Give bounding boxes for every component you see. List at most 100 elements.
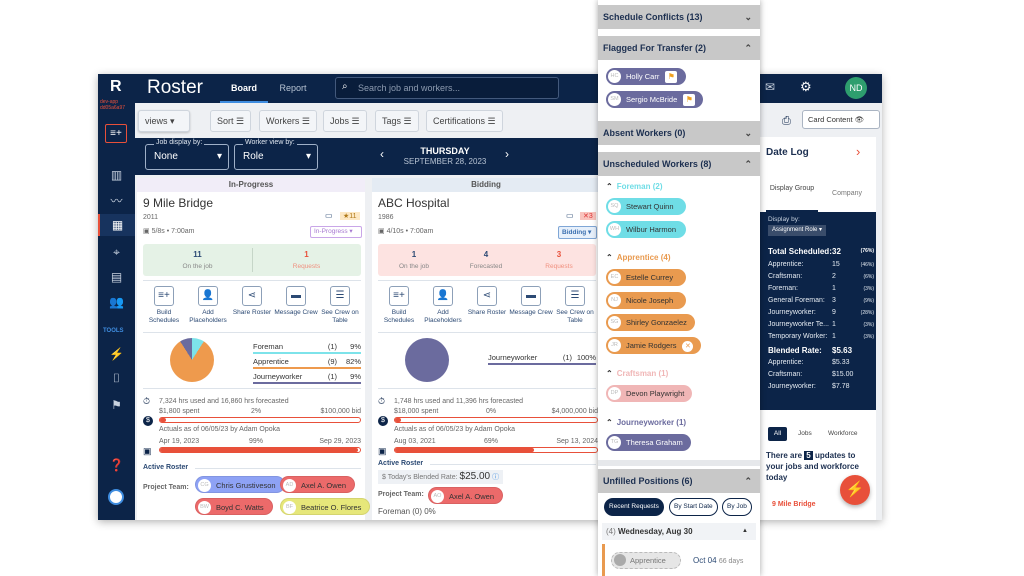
worker-chip[interactable]: HC Holly Carr ⚑ (606, 68, 686, 85)
unfilled-positions-header[interactable]: Unfilled Positions (6) ⌃ (598, 469, 760, 493)
schedule-conflicts-header[interactable]: Schedule Conflicts (13) ⌄ (598, 5, 760, 29)
next-day-button[interactable]: › (505, 147, 509, 161)
avatar: NJ (608, 293, 621, 307)
lightning-icon[interactable]: ⚡ (98, 343, 135, 365)
worker-chip[interactable]: SQ Stewart Quinn (606, 198, 686, 215)
unfilled-position-row[interactable]: Apprentice Oct 04 66 days (602, 544, 756, 576)
remove-icon[interactable]: ✕ (682, 340, 694, 352)
role-count: 1 (832, 333, 836, 340)
people-icon[interactable]: 👥 (98, 291, 135, 313)
role-group-header[interactable]: ⌃ Foreman (2) (606, 182, 663, 191)
role-group-header[interactable]: ⌃ Apprentice (4) (606, 253, 671, 262)
worker-chip[interactable]: DP Devon Playwright (606, 385, 693, 402)
tab-by-start-date[interactable]: By Start Date (669, 498, 718, 516)
message-crew-button[interactable]: ▬ Message Crew (509, 286, 553, 317)
worker-chip[interactable]: EC Estelle Currey (606, 269, 686, 286)
see-crew-table-button[interactable]: ☰ See Crew on Table (318, 286, 362, 325)
add-placeholders-button[interactable]: 👤 Add Placeholders (421, 286, 465, 325)
blended-rate-label: Today's Blended Rate: (387, 474, 458, 481)
certifications-filter-button[interactable]: Certifications ☰ (426, 110, 503, 132)
worker-chip[interactable]: TG Theresa Graham (606, 433, 691, 451)
comment-icon[interactable]: ▭ (325, 211, 333, 220)
job-card-abc-hospital[interactable]: ABC Hospital 1986 ▣ 4/10s • 7:00am ▭ ✕3 … (372, 192, 602, 520)
info-icon[interactable]: ⓘ (492, 474, 499, 481)
radio-icon[interactable]: ⌷ (98, 367, 135, 389)
team-member-chip[interactable]: BW Boyd C. Watts (195, 498, 273, 515)
tab-display-group[interactable]: Display Group (766, 185, 818, 212)
jobs-filter-button[interactable]: Jobs ☰ (323, 110, 367, 132)
card-content-button[interactable]: Card Content 👁 (802, 110, 880, 129)
settings-icon[interactable]: ⚙ (800, 79, 812, 95)
help-icon[interactable]: ❓ (98, 454, 135, 476)
add-schedule-button[interactable]: ≡+ (105, 124, 127, 143)
status-dropdown[interactable]: Bidding ▾ (558, 226, 597, 239)
legend-pct: 82% (345, 357, 361, 366)
comment-icon[interactable]: ▭ (566, 211, 574, 220)
flagged-transfer-header[interactable]: Flagged For Transfer (2) ⌃ (598, 36, 760, 60)
share-roster-button[interactable]: ⋖ Share Roster (465, 286, 509, 317)
prev-day-button[interactable]: ‹ (380, 147, 384, 161)
flag-icon[interactable]: ⚑ (665, 71, 678, 83)
tab-report[interactable]: Report (273, 74, 313, 103)
trend-icon[interactable]: 〰 (98, 190, 135, 212)
updates-count: 5 (804, 451, 813, 460)
quick-action-button[interactable]: ⚡ (840, 475, 870, 505)
feed-item[interactable]: 9 Mile Bridge (772, 501, 816, 508)
table-icon[interactable]: ▦ (98, 214, 135, 236)
unscheduled-workers-header[interactable]: Unscheduled Workers (8) ⌃ (598, 152, 760, 176)
views-dropdown[interactable]: views ▾ (138, 110, 190, 132)
chevron-right-icon[interactable]: › (856, 144, 860, 159)
worker-chip[interactable]: JR Jamie Rodgers ✕ (606, 336, 702, 354)
display-by-select[interactable]: Assignment Role ▾ (768, 225, 827, 236)
date-group-header[interactable]: (4) Wednesday, Aug 30 ▲ (602, 523, 756, 540)
worker-view-select[interactable]: Worker view by: Role ▾ (234, 138, 318, 170)
tab-by-job[interactable]: By Job (722, 498, 752, 516)
blended-value: $5.63 (832, 346, 853, 355)
role-count-row: General Foreman: 3 (9%) (768, 297, 878, 308)
worker-chip[interactable]: WH Wilbur Harmon (606, 220, 686, 238)
tags-filter-button[interactable]: Tags ☰ (375, 110, 419, 132)
team-member-chip[interactable]: BF Beatrice O. Flores (280, 498, 371, 515)
bar-chart-icon[interactable]: ▥ (98, 164, 135, 186)
share-roster-button[interactable]: ⋖ Share Roster (230, 286, 274, 317)
feed-tab-all[interactable]: All (768, 427, 787, 441)
build-schedules-button[interactable]: ≡+ Build Schedules (377, 286, 421, 325)
spent-text: $1,800 spent (159, 408, 200, 415)
avatar[interactable]: ND (845, 77, 867, 99)
print-icon[interactable]: ⎙ (782, 115, 791, 128)
add-placeholders-button[interactable]: 👤 Add Placeholders (186, 286, 230, 325)
sort-button[interactable]: Sort ☰ (210, 110, 252, 132)
user-avatar-icon[interactable] (108, 489, 124, 505)
legend-count: (1) (327, 342, 337, 351)
worker-chip[interactable]: SG Shirley Gonzaelez (606, 314, 695, 331)
section-title: Unscheduled Workers (8) (603, 159, 712, 169)
filter-icon: ☰ (236, 116, 245, 126)
job-display-select[interactable]: Job display by: None ▾ (145, 138, 229, 170)
message-crew-button[interactable]: ▬ Message Crew (274, 286, 318, 317)
tab-company[interactable]: Company (822, 190, 872, 197)
job-card-9-mile-bridge[interactable]: 9 Mile Bridge 2011 ▣ 5/8s • 7:00am ▭ ★11… (137, 192, 371, 520)
map-pin-icon[interactable]: ⌖ (98, 241, 135, 263)
absent-workers-header[interactable]: Absent Workers (0) ⌄ (598, 121, 760, 145)
worker-chip[interactable]: NJ Nicole Joseph (606, 291, 686, 309)
workers-filter-button[interactable]: Workers ☰ (259, 110, 317, 132)
team-member-chip[interactable]: AD Axel A. Owen (280, 476, 356, 493)
flag-icon[interactable]: ⚑ (98, 394, 135, 416)
tab-board[interactable]: Board (220, 74, 268, 103)
team-member-chip[interactable]: CG Chris Grustiveson (195, 476, 285, 493)
flag-icon[interactable]: ⚑ (683, 94, 696, 106)
feed-tab-jobs[interactable]: Jobs (798, 430, 812, 437)
feed-tab-workforce[interactable]: Workforce (828, 430, 858, 437)
see-crew-table-button[interactable]: ☰ See Crew on Table (553, 286, 597, 325)
mail-icon[interactable]: ✉ (765, 80, 775, 94)
role-group-header[interactable]: ⌃ Journeyworker (1) (606, 418, 686, 427)
role-group-header[interactable]: ⌃ Craftsman (1) (606, 369, 668, 378)
search-input[interactable]: ⌕ Search job and workers... (335, 77, 559, 99)
status-dropdown[interactable]: In-Progress ▾ (310, 226, 362, 238)
build-schedules-button[interactable]: ≡+ Build Schedules (142, 286, 186, 325)
team-member-chip[interactable]: AO Axel A. Owen (428, 487, 504, 504)
tab-recent-requests[interactable]: Recent Requests (604, 498, 664, 516)
worker-chip[interactable]: SM Sergio McBride ⚑ (606, 91, 704, 108)
building-icon[interactable]: ▤ (98, 266, 135, 288)
build-schedules-icon: ≡+ (389, 286, 409, 306)
